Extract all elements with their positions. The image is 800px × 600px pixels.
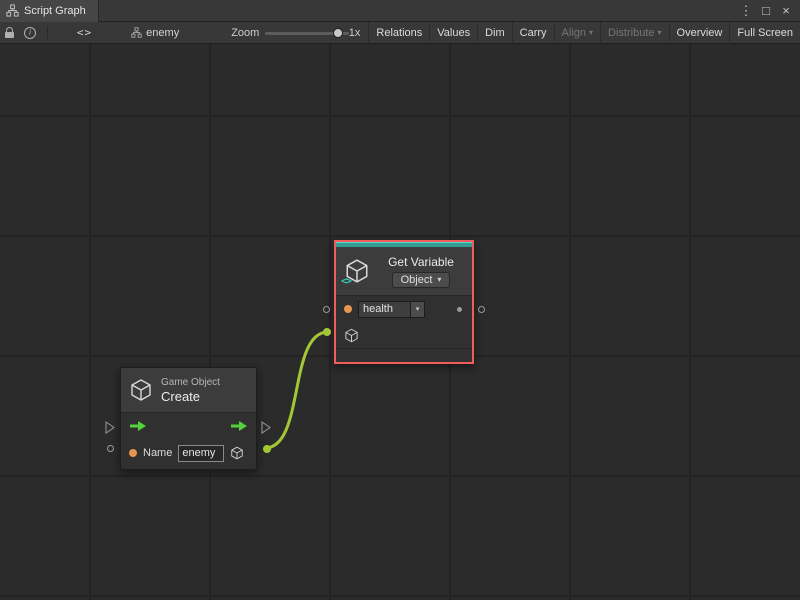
code-badge-icon: <> [341, 276, 351, 287]
title-bar: Script Graph ⋮ □ × [0, 0, 800, 22]
close-icon[interactable]: × [778, 3, 794, 18]
zoom-slider[interactable] [265, 26, 342, 40]
overview-button[interactable]: Overview [669, 22, 730, 44]
zoom-label: Zoom [231, 27, 259, 39]
variable-object-icon: <> [344, 258, 370, 284]
object-port-connected[interactable] [323, 328, 331, 336]
value-output-dot[interactable] [457, 307, 462, 312]
relations-button[interactable]: Relations [368, 22, 429, 44]
game-object-icon [129, 378, 153, 402]
flow-in-arrow-icon[interactable] [129, 421, 147, 431]
name-row: Name [121, 439, 256, 467]
object-input-row [336, 322, 472, 348]
code-view-icon[interactable]: <> [72, 23, 97, 43]
kebab-menu-icon[interactable]: ⋮ [738, 3, 754, 19]
node-title: Get Variable [388, 255, 454, 269]
chevron-down-icon: ▾ [589, 28, 593, 37]
name-input-field[interactable] [178, 445, 224, 462]
chevron-down-icon: ▾ [437, 275, 441, 284]
name-port-external[interactable] [107, 445, 114, 452]
variable-name-field[interactable]: health [358, 301, 410, 318]
graph-toolbar: i <> enemy Zoom 1x Relations Values Dim … [0, 22, 800, 44]
node-footer [336, 349, 472, 364]
flow-row [121, 413, 256, 439]
graph-name-label: enemy [146, 27, 179, 39]
script-graph-icon [6, 4, 19, 17]
variable-name-dropdown[interactable]: ▾ [410, 301, 425, 318]
name-port-external[interactable] [323, 306, 330, 313]
get-variable-header[interactable]: <> Get Variable Object ▾ [336, 247, 472, 295]
node-create-game-object[interactable]: Game Object Create Name [120, 367, 257, 470]
tab-script-graph[interactable]: Script Graph [0, 0, 99, 22]
full-screen-button[interactable]: Full Screen [729, 22, 800, 44]
distribute-button: Distribute▾ [600, 22, 668, 44]
node-get-variable[interactable]: <> Get Variable Object ▾ health ▾ [334, 240, 474, 364]
flow-out-port[interactable] [261, 421, 272, 434]
connection-wire[interactable] [265, 332, 328, 448]
tab-title: Script Graph [24, 5, 86, 17]
zoom-value: 1x [349, 27, 361, 39]
graph-name-chip[interactable]: enemy [131, 27, 179, 39]
maximize-icon[interactable]: □ [758, 3, 774, 18]
info-icon[interactable]: i [19, 23, 41, 43]
variable-name-row: health ▾ [336, 296, 472, 322]
name-input-port[interactable] [129, 449, 137, 457]
values-button[interactable]: Values [429, 22, 477, 44]
zoom-slider-handle[interactable] [333, 28, 343, 38]
chevron-down-icon: ▾ [658, 28, 662, 37]
game-object-output-icon [230, 446, 244, 460]
dim-button[interactable]: Dim [477, 22, 512, 44]
align-button: Align▾ [554, 22, 600, 44]
graph-canvas[interactable]: <> Get Variable Object ▾ health ▾ [0, 44, 800, 600]
value-output-port[interactable] [478, 306, 485, 313]
variable-kind-dropdown[interactable]: Object ▾ [392, 272, 451, 288]
toolbar-buttons: Relations Values Dim Carry Align▾ Distri… [368, 22, 800, 44]
carry-button[interactable]: Carry [512, 22, 554, 44]
create-header[interactable]: Game Object Create [121, 368, 256, 412]
object-output-port-connected[interactable] [263, 445, 271, 453]
flow-in-port[interactable] [105, 421, 116, 434]
graph-asset-icon [131, 27, 142, 38]
node-category: Game Object [161, 377, 220, 388]
script-graph-window: Script Graph ⋮ □ × i <> enemy Z [0, 0, 800, 600]
node-title: Create [161, 389, 220, 404]
toolbar-separator [47, 26, 48, 40]
name-input-port[interactable] [344, 305, 352, 313]
lock-icon[interactable] [0, 23, 19, 43]
window-controls: ⋮ □ × [738, 3, 800, 19]
name-label: Name [143, 447, 172, 459]
flow-out-arrow-icon[interactable] [230, 421, 248, 431]
game-object-icon [344, 328, 359, 343]
